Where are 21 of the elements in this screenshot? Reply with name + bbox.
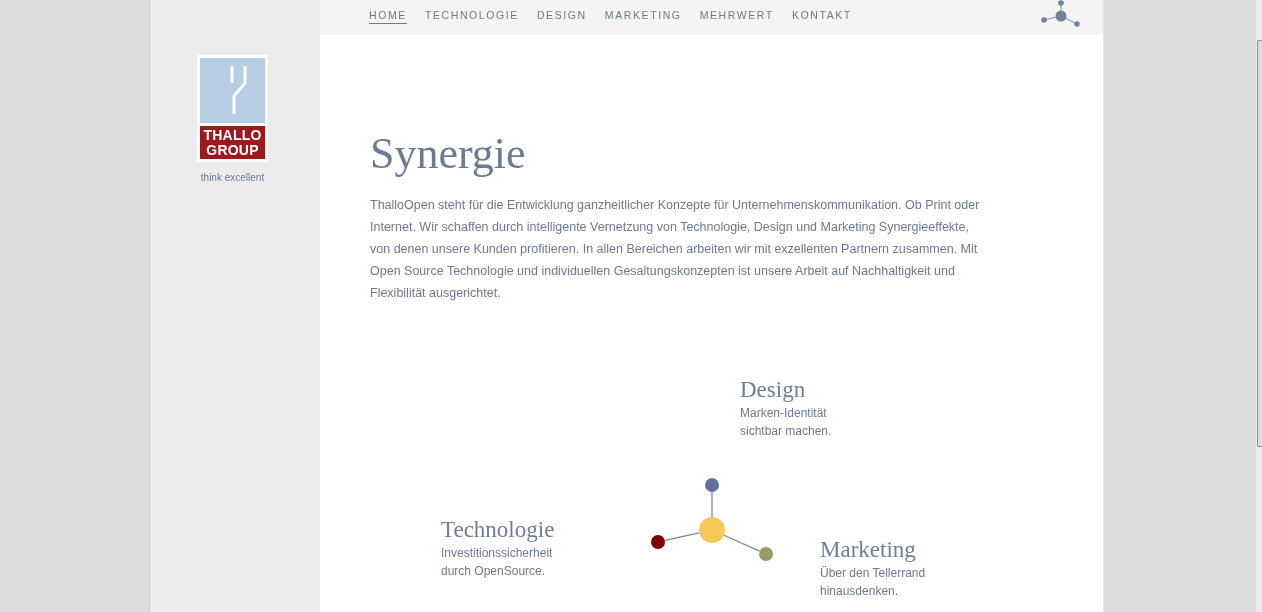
nav-link[interactable]: MARKETING xyxy=(604,8,682,24)
nav-link[interactable]: KONTAKT xyxy=(791,8,852,24)
connector-line xyxy=(664,532,700,542)
intro-paragraph: ThalloOpen steht für die Entwicklung ganzheitlicher Konzepte für Unternehmenskommunikation. Ob Print oder Internet. Wir schaffen durch intelligente Vernetzung von Technologie, Design und Marketing Synergieeffekte, von denen unsere Kunden profitieren. In allen Bereichen arbeiten wir mit exzellenten Partnern zusammen. Mit Open Source Technologie und individuellen Gesaltungskonzepten ist unsere Arbeit auf Nachhaltigkeit und Flexibilität ausgerichtet. xyxy=(370,197,981,302)
nav-link[interactable]: HOME xyxy=(369,8,407,24)
nav-link[interactable]: MEHRWERT xyxy=(699,8,774,24)
area-heading: Technologie xyxy=(441,516,555,544)
logo-wordmark: THALLO GROUP xyxy=(200,126,265,159)
nav-link[interactable]: DESIGN xyxy=(536,8,587,24)
area-description: Investitionssicherheit durch OpenSource. xyxy=(441,545,554,580)
page-title: Synergie xyxy=(370,128,526,180)
connector-line xyxy=(711,491,713,518)
nav-link[interactable]: TECHNOLOGIE xyxy=(424,8,519,24)
area-description: Über den Tellerrand hinausdenken. xyxy=(820,565,927,600)
area-heading: Marketing xyxy=(820,536,916,564)
connector-line xyxy=(723,534,761,552)
tagline: think excellent xyxy=(199,172,266,183)
area-description: Marken-Identität sichtbar machen. xyxy=(740,405,833,440)
network-icon xyxy=(1041,0,1081,28)
area-heading: Design xyxy=(740,376,806,404)
scrollbar-thumb[interactable] xyxy=(1257,40,1262,447)
